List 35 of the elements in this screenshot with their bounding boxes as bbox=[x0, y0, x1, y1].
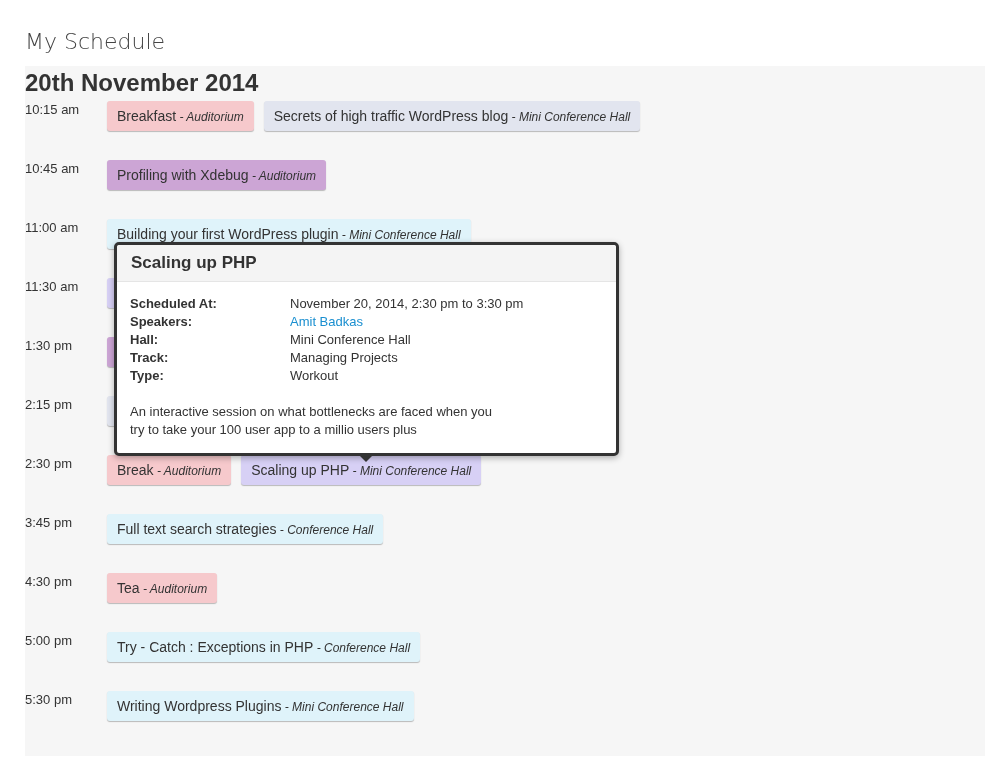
time-label: 3:45 pm bbox=[25, 514, 73, 531]
detail-value: Workout bbox=[290, 367, 339, 385]
session-card[interactable]: Profiling with Xdebug - Auditorium bbox=[107, 160, 327, 190]
date-heading: 20th November 2014 bbox=[25, 68, 259, 97]
detail-label: Scheduled At: bbox=[130, 295, 218, 313]
time-label: 5:30 pm bbox=[25, 691, 73, 708]
speaker-link[interactable]: Amit Badkas bbox=[290, 313, 363, 331]
detail-label: Speakers: bbox=[130, 313, 194, 331]
session-card[interactable]: Full text search strategies - Conference Hall bbox=[107, 514, 384, 544]
detail-value: Managing Projects bbox=[290, 349, 398, 367]
time-label: 10:45 am bbox=[25, 160, 81, 177]
description-line: try to take your 100 user app to a millio users plus bbox=[130, 421, 417, 439]
session-card[interactable]: Scaling up PHP - Mini Conference Hall bbox=[241, 455, 482, 485]
session-card[interactable]: Try - Catch : Exceptions in PHP - Conference Hall bbox=[107, 632, 421, 662]
time-label: 2:30 pm bbox=[25, 455, 73, 472]
detail-label: Type: bbox=[130, 367, 165, 385]
session-card[interactable]: Writing Wordpress Plugins - Mini Conference Hall bbox=[107, 691, 414, 721]
popover-title: Scaling up PHP bbox=[131, 252, 257, 275]
detail-value: Mini Conference Hall bbox=[290, 331, 411, 349]
time-label: 4:30 pm bbox=[25, 573, 73, 590]
time-label: 5:00 pm bbox=[25, 632, 73, 649]
session-card[interactable]: Secrets of high traffic WordPress blog - Mini Conference Hall bbox=[263, 101, 641, 131]
session-card[interactable]: Breakfast - Auditorium bbox=[107, 101, 254, 131]
time-label: 11:30 am bbox=[25, 278, 80, 295]
time-label: 2:15 pm bbox=[25, 396, 73, 413]
time-label: 10:15 am bbox=[25, 101, 81, 118]
detail-label: Hall: bbox=[130, 331, 160, 349]
detail-value: November 20, 2014, 2:30 pm to 3:30 pm bbox=[290, 295, 524, 313]
session-card[interactable]: Tea - Auditorium bbox=[107, 573, 218, 603]
detail-label: Track: bbox=[130, 349, 170, 367]
time-label: 1:30 pm bbox=[25, 337, 73, 354]
time-label: 11:00 am bbox=[25, 219, 80, 236]
page-title: My Schedule bbox=[25, 28, 166, 56]
description-line: An interactive session on what bottlenecks are faced when you bbox=[130, 403, 493, 421]
session-card[interactable]: Break - Auditorium bbox=[107, 455, 232, 485]
